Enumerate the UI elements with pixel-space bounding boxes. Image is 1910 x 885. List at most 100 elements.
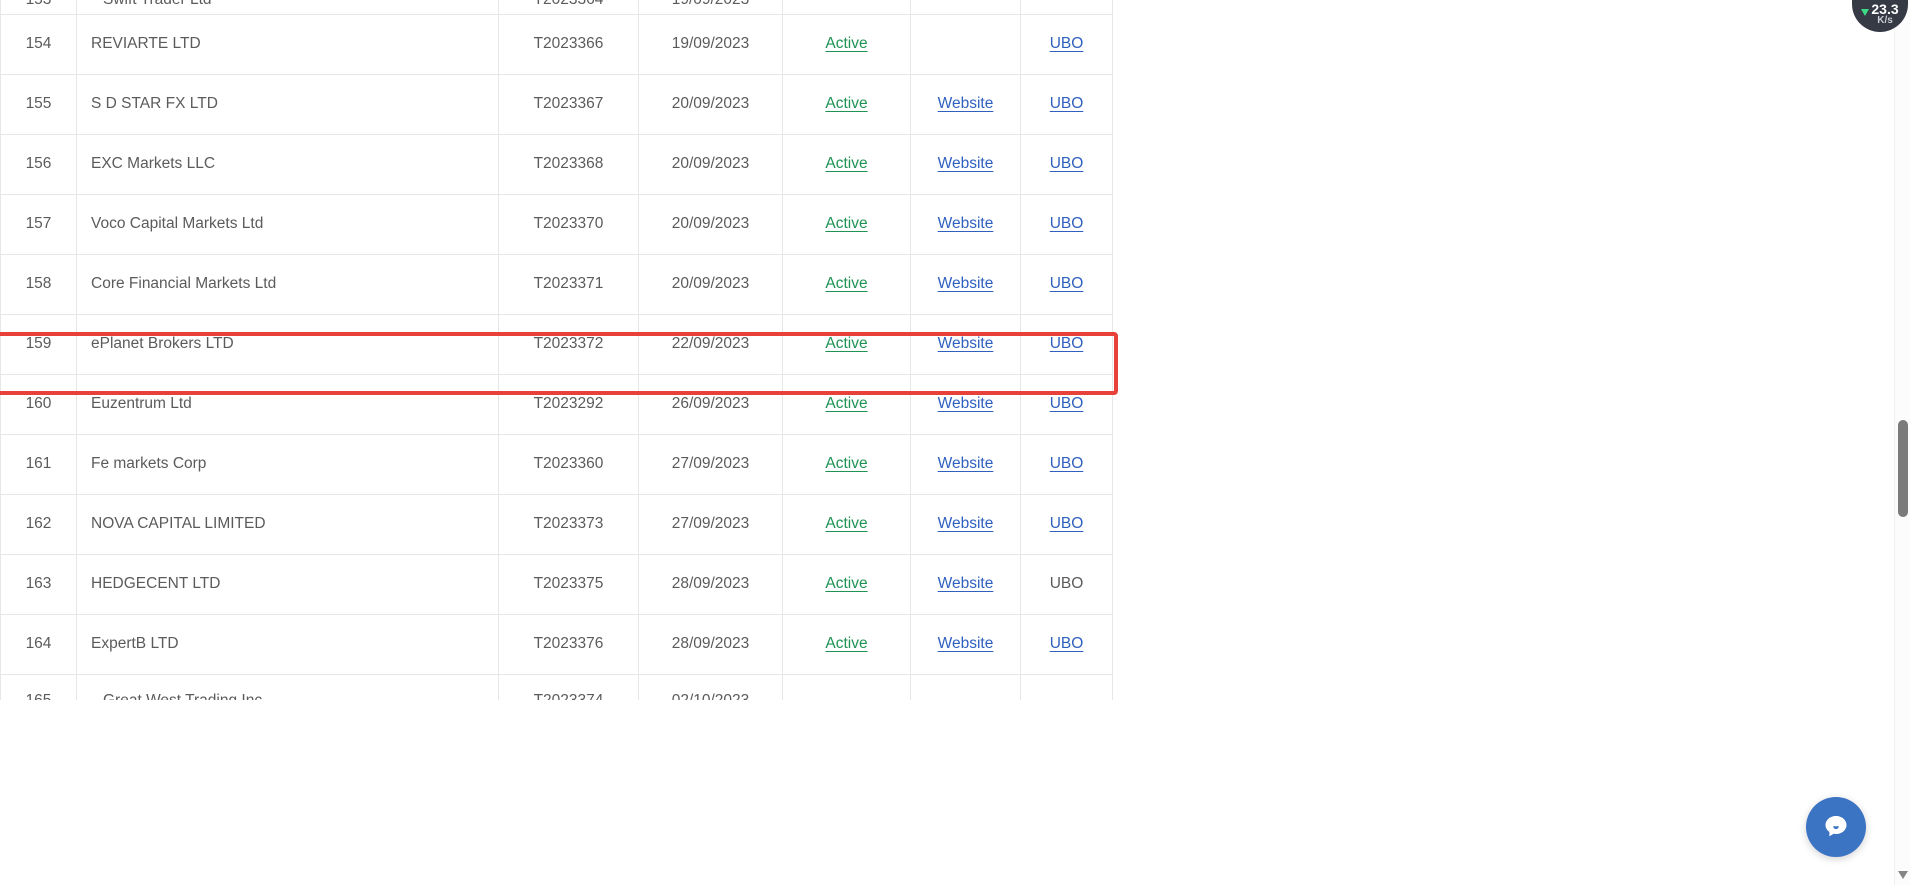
website-cell	[910, 13, 1021, 75]
website-cell-link[interactable]: Website	[938, 515, 994, 532]
ubo-cell[interactable]: UBO	[1020, 133, 1113, 195]
ubo-cell[interactable]: UBO	[1020, 253, 1113, 315]
ubo-cell-link[interactable]: UBO	[1050, 575, 1084, 592]
ubo-cell[interactable]: UBO	[1020, 673, 1113, 700]
registration-number: T2023366	[498, 13, 639, 75]
row-index: 154	[0, 13, 77, 75]
table-row: 164 ExpertB LTD T2023376 28/09/2023 Active We…	[0, 613, 1113, 675]
status-badge[interactable]: Active	[782, 313, 911, 375]
website-cell[interactable]: Website	[910, 373, 1021, 435]
status-badge-link[interactable]: Active	[825, 575, 867, 592]
status-badge-link[interactable]: Active	[825, 215, 867, 232]
row-index: 162	[0, 493, 77, 555]
table-row: 155 S D STAR FX LTD T2023367 20/09/2023 Acti…	[0, 73, 1113, 135]
registration-date: 28/09/2023	[638, 553, 783, 615]
ubo-cell-link[interactable]: UBO	[1050, 455, 1084, 472]
status-badge[interactable]: Active	[782, 193, 911, 255]
company-name: Fe markets Corp	[76, 433, 499, 495]
status-badge[interactable]: Active	[782, 433, 911, 495]
status-badge[interactable]: Active	[782, 373, 911, 435]
row-index: 165	[0, 673, 77, 700]
ubo-cell-link[interactable]: UBO	[1050, 215, 1084, 232]
ubo-cell-link[interactable]: UBO	[1050, 95, 1084, 112]
registration-number: T2023372	[498, 313, 639, 375]
table-row: 157 Voco Capital Markets Ltd T2023370 20/09…	[0, 193, 1113, 255]
website-cell[interactable]: Website	[910, 253, 1021, 315]
status-badge-link[interactable]: Active	[825, 515, 867, 532]
website-cell[interactable]: Website	[910, 73, 1021, 135]
status-badge[interactable]: Active	[782, 493, 911, 555]
status-badge[interactable]: Active	[782, 613, 911, 675]
company-name: ePlanet Brokers LTD	[76, 313, 499, 375]
status-badge[interactable]: Active	[782, 133, 911, 195]
ubo-cell-link[interactable]: UBO	[1050, 635, 1084, 652]
status-badge-link[interactable]: Active	[825, 455, 867, 472]
chevron-down-icon[interactable]	[1898, 871, 1908, 879]
ubo-cell[interactable]: UBO	[1020, 613, 1113, 675]
status-badge-link[interactable]: Active	[825, 335, 867, 352]
ubo-cell[interactable]: UBO	[1020, 73, 1113, 135]
ubo-cell-link[interactable]: UBO	[1050, 395, 1084, 412]
ubo-cell[interactable]: UBO	[1020, 373, 1113, 435]
table-row: 153Swift Trader LtdT202336419/09/2023Act…	[0, 0, 1113, 15]
scrollbar-thumb[interactable]	[1898, 420, 1908, 517]
row-index: 164	[0, 613, 77, 675]
registration-number: T2023360	[498, 433, 639, 495]
website-cell-link[interactable]: Website	[938, 635, 994, 652]
ubo-cell-link[interactable]: UBO	[1050, 335, 1084, 352]
website-cell[interactable]: Website	[910, 0, 1021, 15]
ubo-cell[interactable]: UBO	[1020, 493, 1113, 555]
registry-table-body: 153Swift Trader LtdT202336419/09/2023Act…	[0, 0, 1113, 700]
registration-number: T2023367	[498, 73, 639, 135]
ubo-cell[interactable]: UBO	[1020, 0, 1113, 15]
ubo-cell-link[interactable]: UBO	[1050, 515, 1084, 532]
status-badge[interactable]: Active	[782, 13, 911, 75]
registration-number: T2023375	[498, 553, 639, 615]
status-badge-link[interactable]: Active	[825, 275, 867, 292]
ubo-cell[interactable]: UBO	[1020, 13, 1113, 75]
website-cell[interactable]: Website	[910, 613, 1021, 675]
row-index: 161	[0, 433, 77, 495]
status-badge-link[interactable]: Active	[825, 395, 867, 412]
ubo-cell-link[interactable]: UBO	[1050, 155, 1084, 172]
status-badge[interactable]: Active	[782, 0, 911, 15]
website-cell-link[interactable]: Website	[938, 575, 994, 592]
website-cell-link[interactable]: Website	[938, 455, 994, 472]
table-row: 165 Great West Trading Inc T2023374 02/10/2…	[0, 673, 1113, 700]
company-name: NOVA CAPITAL LIMITED	[76, 493, 499, 555]
website-cell-link[interactable]: Website	[938, 395, 994, 412]
status-badge-link[interactable]: Active	[825, 155, 867, 172]
company-name: ExpertB LTD	[76, 613, 499, 675]
status-badge[interactable]: Active	[782, 73, 911, 135]
registration-date: 19/09/2023	[638, 13, 783, 75]
website-cell[interactable]: Website	[910, 553, 1021, 615]
website-cell[interactable]: Website	[910, 313, 1021, 375]
website-cell-link[interactable]: Website	[938, 275, 994, 292]
ubo-cell[interactable]: UBO	[1020, 433, 1113, 495]
ubo-cell-link[interactable]: UBO	[1050, 35, 1084, 52]
chat-bubble-icon	[1825, 816, 1847, 837]
website-cell-link[interactable]: Website	[938, 155, 994, 172]
website-cell[interactable]: Website	[910, 433, 1021, 495]
status-badge-link[interactable]: Active	[825, 635, 867, 652]
website-cell-link[interactable]: Website	[938, 215, 994, 232]
chat-launcher-button[interactable]	[1806, 797, 1866, 857]
status-badge-link[interactable]: Active	[825, 95, 867, 112]
network-speed-inner: 23.3 K/s	[1861, 2, 1899, 26]
status-badge-link[interactable]: Active	[825, 35, 867, 52]
vertical-scrollbar[interactable]	[1894, 0, 1910, 885]
status-badge[interactable]: Active	[782, 673, 911, 700]
ubo-cell[interactable]: UBO	[1020, 193, 1113, 255]
status-badge[interactable]: Active	[782, 553, 911, 615]
website-cell[interactable]: Website	[910, 493, 1021, 555]
ubo-cell[interactable]: UBO	[1020, 553, 1113, 615]
registration-date: 20/09/2023	[638, 73, 783, 135]
registration-date: 26/09/2023	[638, 373, 783, 435]
website-cell-link[interactable]: Website	[938, 335, 994, 352]
ubo-cell-link[interactable]: UBO	[1050, 275, 1084, 292]
status-badge[interactable]: Active	[782, 253, 911, 315]
ubo-cell[interactable]: UBO	[1020, 313, 1113, 375]
website-cell-link[interactable]: Website	[938, 95, 994, 112]
website-cell[interactable]: Website	[910, 193, 1021, 255]
website-cell[interactable]: Website	[910, 133, 1021, 195]
